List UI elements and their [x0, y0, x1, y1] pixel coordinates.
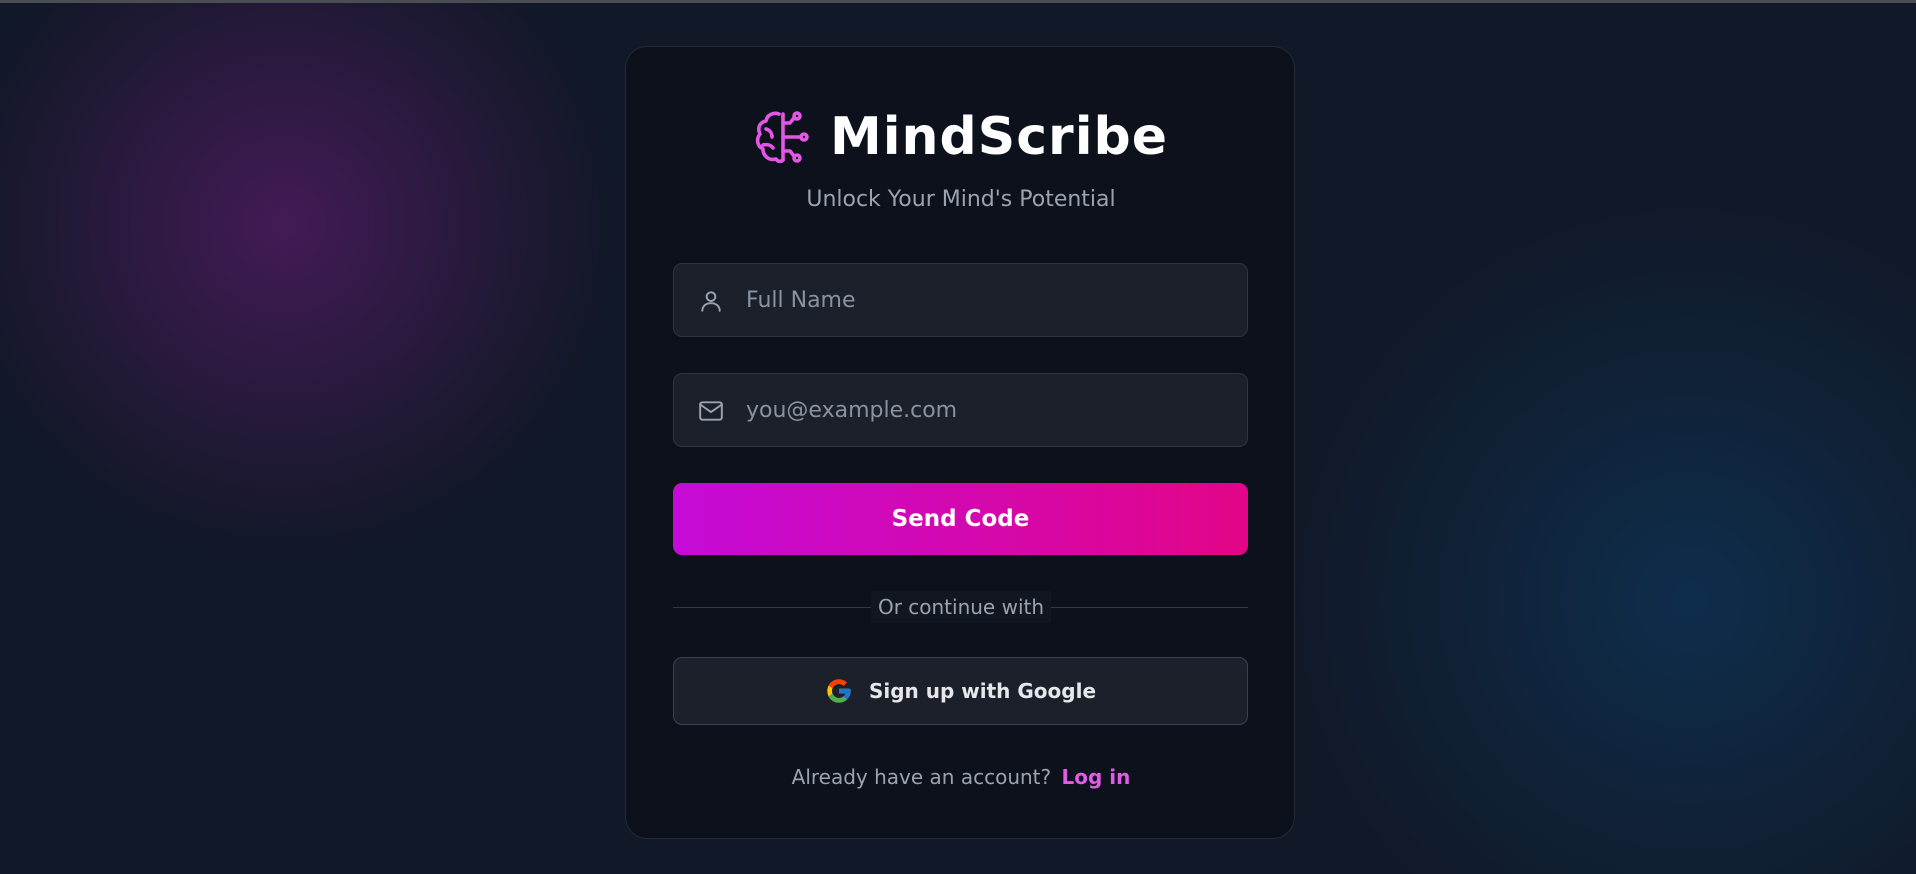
login-prompt: Already have an account? Log in — [626, 765, 1296, 789]
brain-circuit-icon — [755, 111, 809, 164]
signup-card: MindScribe Unlock Your Mind's Potential … — [625, 46, 1295, 839]
email-input[interactable] — [746, 374, 1236, 446]
mail-icon — [699, 401, 723, 421]
google-signup-button[interactable]: Sign up with Google — [673, 657, 1248, 725]
full-name-field[interactable] — [673, 263, 1248, 337]
tagline: Unlock Your Mind's Potential — [806, 187, 1116, 212]
send-code-button[interactable]: Send Code — [673, 483, 1248, 555]
brand-header: MindScribe — [626, 97, 1296, 177]
brand-name: MindScribe — [829, 107, 1169, 167]
google-signup-label: Sign up with Google — [868, 679, 1097, 703]
email-field[interactable] — [673, 373, 1248, 447]
user-icon — [701, 291, 721, 312]
login-link[interactable]: Log in — [1061, 765, 1130, 789]
divider-label: Or continue with — [871, 591, 1051, 623]
google-icon — [827, 679, 851, 703]
browser-top-border — [0, 0, 1916, 3]
login-prompt-text: Already have an account? — [791, 765, 1052, 789]
full-name-input[interactable] — [746, 264, 1236, 336]
